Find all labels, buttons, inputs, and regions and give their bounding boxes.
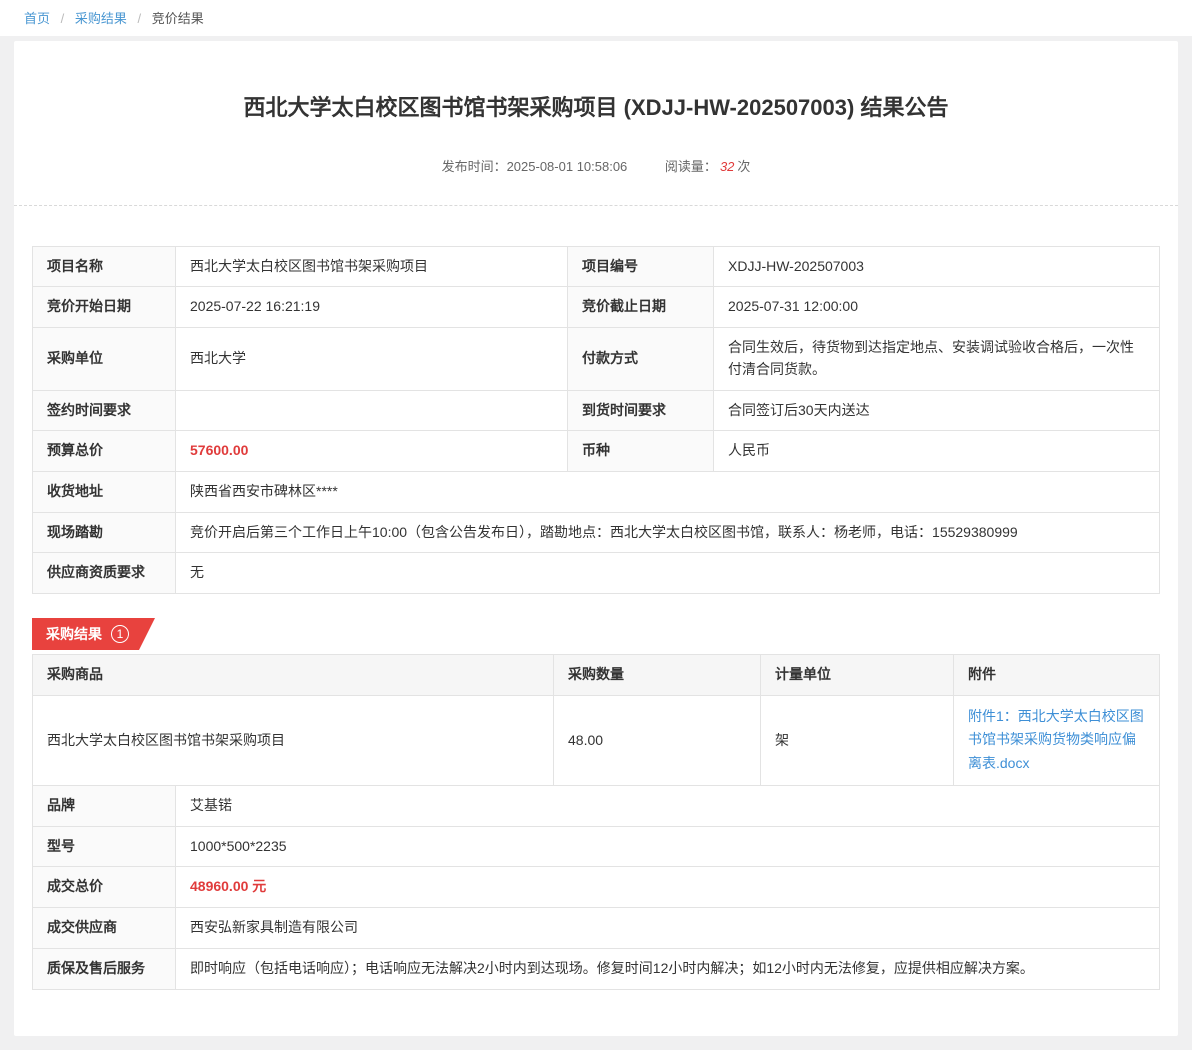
attachment-cell: 附件1：西北大学太白校区图书馆书架采购货物类响应偏离表.docx: [954, 695, 1160, 785]
table-row: 成交供应商 西安弘新家具制造有限公司: [33, 908, 1160, 949]
model-value: 1000*500*2235: [176, 826, 1160, 867]
table-row: 成交总价 48960.00 元: [33, 867, 1160, 908]
table-row: 竞价开始日期 2025-07-22 16:21:19 竞价截止日期 2025-0…: [33, 287, 1160, 328]
field-label: 成交总价: [33, 867, 176, 908]
publish-time-value: 2025-08-01 10:58:06: [507, 159, 628, 174]
field-value: 2025-07-22 16:21:19: [176, 287, 568, 328]
field-value: 合同生效后，待货物到达指定地点、安装调试验收合格后，一次性付清合同货款。: [714, 328, 1160, 390]
breadcrumb-separator: /: [138, 11, 142, 26]
read-count: 阅读量：32次: [665, 159, 751, 174]
field-label: 成交供应商: [33, 908, 176, 949]
field-label: 竞价开始日期: [33, 287, 176, 328]
field-label: 品牌: [33, 786, 176, 827]
field-value: 陕西省西安市碑林区****: [176, 471, 1160, 512]
read-count-unit: 次: [737, 159, 750, 174]
field-label: 到货时间要求: [568, 390, 714, 431]
table-row: 质保及售后服务 即时响应（包括电话响应）；电话响应无法解决2小时内到达现场。修复…: [33, 948, 1160, 989]
publish-time-label: 发布时间：: [442, 159, 507, 174]
field-label: 质保及售后服务: [33, 948, 176, 989]
publish-time: 发布时间：2025-08-01 10:58:06: [442, 159, 631, 174]
table-row: 现场踏勘 竞价开启后第三个工作日上午10:00（包含公告发布日），踏勘地点：西北…: [33, 512, 1160, 553]
announcement-meta: 发布时间：2025-08-01 10:58:06 阅读量：32次: [14, 156, 1178, 175]
column-header: 采购商品: [33, 654, 554, 695]
supplier-value: 西安弘新家具制造有限公司: [176, 908, 1160, 949]
unit-cell: 架: [761, 695, 954, 785]
purchase-result-badge-label: 采购结果: [46, 624, 102, 644]
field-label: 竞价截止日期: [568, 287, 714, 328]
field-label: 收货地址: [33, 471, 176, 512]
field-value: 人民币: [714, 431, 1160, 472]
quantity-cell: 48.00: [554, 695, 761, 785]
table-row: 西北大学太白校区图书馆书架采购项目 48.00 架 附件1：西北大学太白校区图书…: [33, 695, 1160, 785]
result-section-header: 采购结果 1: [32, 618, 1160, 650]
table-row: 品牌 艾基锘: [33, 786, 1160, 827]
column-header: 附件: [954, 654, 1160, 695]
field-label: 项目名称: [33, 246, 176, 287]
page-title: 西北大学太白校区图书馆书架采购项目 (XDJJ-HW-202507003) 结果…: [14, 41, 1178, 124]
table-row: 供应商资质要求 无: [33, 553, 1160, 594]
attachment-link[interactable]: 附件1：西北大学太白校区图书馆书架采购货物类响应偏离表.docx: [968, 708, 1144, 772]
table-row: 签约时间要求 到货时间要求 合同签订后30天内送达: [33, 390, 1160, 431]
column-header: 采购数量: [554, 654, 761, 695]
field-label: 供应商资质要求: [33, 553, 176, 594]
field-value: 竞价开启后第三个工作日上午10:00（包含公告发布日），踏勘地点：西北大学太白校…: [176, 512, 1160, 553]
field-label: 签约时间要求: [33, 390, 176, 431]
field-label: 项目编号: [568, 246, 714, 287]
table-header-row: 采购商品 采购数量 计量单位 附件: [33, 654, 1160, 695]
field-value: 合同签订后30天内送达: [714, 390, 1160, 431]
purchase-result-table: 采购商品 采购数量 计量单位 附件 西北大学太白校区图书馆书架采购项目 48.0…: [32, 654, 1160, 786]
deal-total-price-value: 48960.00 元: [176, 867, 1160, 908]
breadcrumb-separator: /: [61, 11, 65, 26]
breadcrumb-current: 竞价结果: [152, 11, 204, 26]
budget-total-value: 57600.00: [176, 431, 568, 472]
table-row: 收货地址 陕西省西安市碑林区****: [33, 471, 1160, 512]
purchase-result-badge: 采购结果 1: [32, 618, 155, 650]
field-value: 西北大学太白校区图书馆书架采购项目: [176, 246, 568, 287]
column-header: 计量单位: [761, 654, 954, 695]
field-value: [176, 390, 568, 431]
brand-value: 艾基锘: [176, 786, 1160, 827]
field-value: XDJJ-HW-202507003: [714, 246, 1160, 287]
field-label: 币种: [568, 431, 714, 472]
breadcrumb-purchase-results-link[interactable]: 采购结果: [75, 11, 127, 26]
table-row: 型号 1000*500*2235: [33, 826, 1160, 867]
read-count-value: 32: [720, 159, 734, 174]
field-label: 型号: [33, 826, 176, 867]
table-row: 预算总价 57600.00 币种 人民币: [33, 431, 1160, 472]
breadcrumb-home-link[interactable]: 首页: [24, 11, 50, 26]
project-info-table: 项目名称 西北大学太白校区图书馆书架采购项目 项目编号 XDJJ-HW-2025…: [32, 246, 1160, 594]
field-value: 西北大学: [176, 328, 568, 390]
table-row: 采购单位 西北大学 付款方式 合同生效后，待货物到达指定地点、安装调试验收合格后…: [33, 328, 1160, 390]
field-label: 付款方式: [568, 328, 714, 390]
field-value: 无: [176, 553, 1160, 594]
deal-detail-table: 品牌 艾基锘 型号 1000*500*2235 成交总价 48960.00 元 …: [32, 785, 1160, 989]
field-label: 预算总价: [33, 431, 176, 472]
field-label: 现场踏勘: [33, 512, 176, 553]
field-label: 采购单位: [33, 328, 176, 390]
purchase-result-count-icon: 1: [111, 625, 129, 643]
table-row: 项目名称 西北大学太白校区图书馆书架采购项目 项目编号 XDJJ-HW-2025…: [33, 246, 1160, 287]
announcement-content: 项目名称 西北大学太白校区图书馆书架采购项目 项目编号 XDJJ-HW-2025…: [14, 206, 1178, 1036]
product-name-cell: 西北大学太白校区图书馆书架采购项目: [33, 695, 554, 785]
read-count-label: 阅读量：: [665, 159, 717, 174]
announcement-card: 西北大学太白校区图书馆书架采购项目 (XDJJ-HW-202507003) 结果…: [14, 41, 1178, 1036]
field-value: 2025-07-31 12:00:00: [714, 287, 1160, 328]
warranty-value: 即时响应（包括电话响应）；电话响应无法解决2小时内到达现场。修复时间12小时内解…: [176, 948, 1160, 989]
breadcrumb: 首页 / 采购结果 / 竞价结果: [0, 0, 1192, 36]
